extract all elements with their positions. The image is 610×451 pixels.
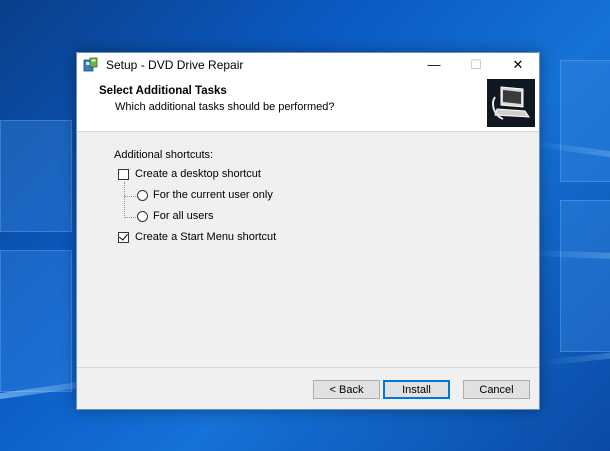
all-users-option[interactable]: For all users <box>137 210 214 222</box>
desktop-window-pane <box>560 200 610 352</box>
setup-computer-icon <box>487 79 535 127</box>
setup-app-icon <box>83 57 99 73</box>
page-title: Select Additional Tasks <box>99 85 227 97</box>
tree-connector <box>124 217 136 218</box>
start-menu-shortcut-label: Create a Start Menu shortcut <box>135 231 277 243</box>
start-menu-shortcut-checkbox[interactable] <box>118 231 129 243</box>
page-subtitle: Which additional tasks should be perform… <box>115 101 335 113</box>
cancel-button[interactable]: Cancel <box>463 380 530 399</box>
tree-connector <box>124 196 136 197</box>
maximize-button[interactable]: ☐ <box>455 53 497 76</box>
desktop-shortcut-label: Create a desktop shortcut <box>135 168 261 180</box>
desktop-shortcut-checkbox[interactable] <box>118 168 129 180</box>
back-button[interactable]: < Back <box>313 380 380 399</box>
title-bar[interactable]: Setup - DVD Drive Repair — ☐ ✕ <box>77 53 539 76</box>
desktop-window-pane <box>0 120 72 232</box>
all-users-label: For all users <box>153 210 214 222</box>
current-user-radio[interactable] <box>137 189 148 201</box>
close-button[interactable]: ✕ <box>497 53 539 76</box>
desktop-window-pane <box>0 250 72 392</box>
install-button[interactable]: Install <box>383 380 450 399</box>
desktop-background: Setup - DVD Drive Repair — ☐ ✕ Select Ad… <box>0 0 610 451</box>
start-menu-shortcut-option[interactable]: Create a Start Menu shortcut <box>118 231 276 243</box>
tree-connector <box>124 182 125 218</box>
desktop-shortcut-option[interactable]: Create a desktop shortcut <box>118 168 261 180</box>
current-user-option[interactable]: For the current user only <box>137 189 273 201</box>
wizard-header: Select Additional Tasks Which additional… <box>77 76 539 132</box>
wizard-footer: < Back Install Cancel <box>77 367 539 409</box>
wizard-body: Additional shortcuts: Create a desktop s… <box>77 132 539 369</box>
desktop-window-pane <box>560 60 610 182</box>
setup-window: Setup - DVD Drive Repair — ☐ ✕ Select Ad… <box>76 52 540 410</box>
minimize-button[interactable]: — <box>413 53 455 76</box>
all-users-radio[interactable] <box>137 210 148 222</box>
current-user-label: For the current user only <box>153 189 273 201</box>
additional-shortcuts-label: Additional shortcuts: <box>114 149 214 161</box>
window-title: Setup - DVD Drive Repair <box>106 57 244 72</box>
